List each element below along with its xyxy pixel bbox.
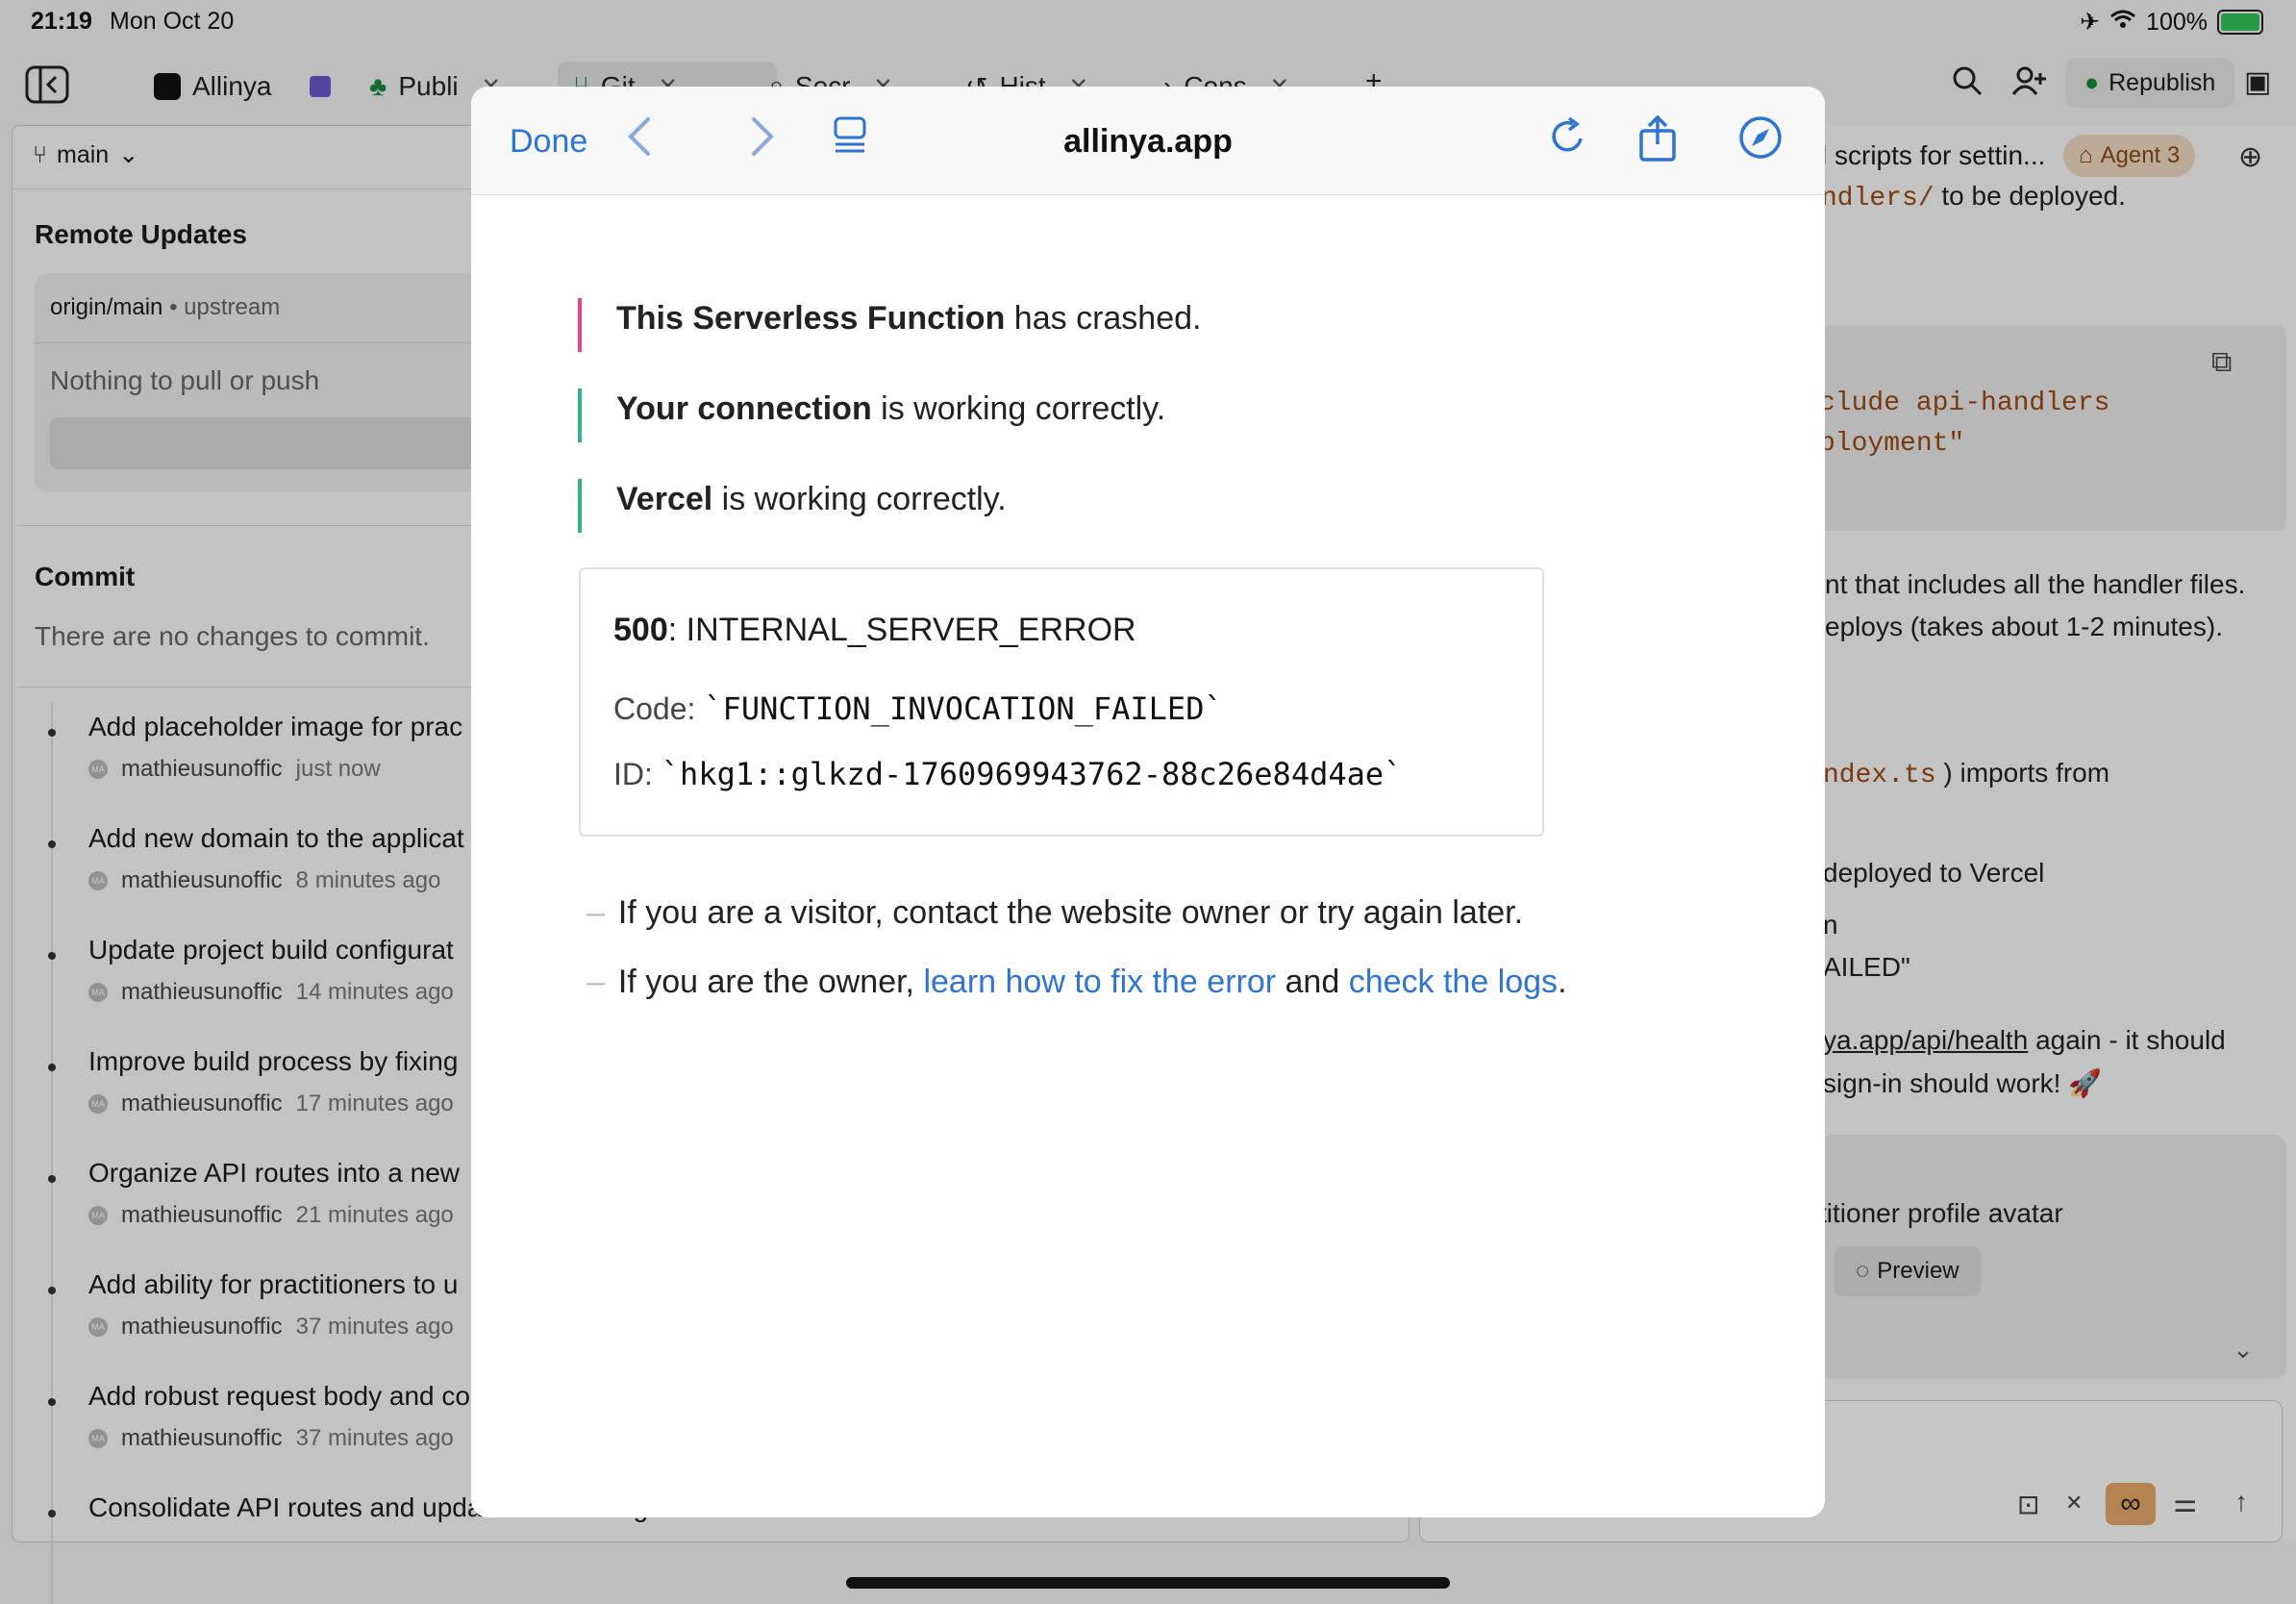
status-subject: This Serverless Function — [616, 300, 1006, 337]
error-heading: 500: INTERNAL_SERVER_ERROR — [613, 612, 1136, 649]
status-bar-crashed — [578, 298, 582, 352]
visitor-hint: – If you are a visitor, contact the websi… — [586, 894, 1524, 931]
id-label: ID: — [613, 757, 653, 791]
status-subject: Vercel — [616, 481, 713, 517]
hint-text: If you are a visitor, contact the websit… — [617, 894, 1524, 931]
hint-text: and — [1276, 964, 1349, 1000]
safari-compass-icon[interactable] — [1738, 115, 1783, 169]
code-label: Code: — [613, 691, 696, 726]
error-id-row: ID: `hkg1::glkzd-1760969943762-88c26e84d… — [613, 756, 1402, 792]
share-icon[interactable] — [1638, 114, 1677, 171]
error-code-number: 500 — [613, 612, 668, 648]
error-code-text: : INTERNAL_SERVER_ERROR — [667, 612, 1136, 648]
code-value: `FUNCTION_INVOCATION_FAILED` — [704, 690, 1223, 727]
status-bar-ok — [578, 388, 582, 442]
status-text: is working correctly. — [712, 481, 1007, 517]
owner-hint: – If you are the owner, learn how to fix … — [586, 964, 1567, 1000]
browser-sheet: Done allinya.app This Serverless Functio… — [471, 87, 1825, 1517]
id-value: `hkg1::glkzd-1760969943762-88c26e84d4ae` — [661, 756, 1403, 792]
home-indicator[interactable] — [846, 1577, 1450, 1589]
page-title: allinya.app — [1063, 123, 1233, 160]
check-logs-link[interactable]: check the logs — [1349, 964, 1558, 1000]
status-text: has crashed. — [1005, 300, 1202, 337]
error-code-row: Code: `FUNCTION_INVOCATION_FAILED` — [613, 690, 1223, 727]
hint-text: If you are the owner, — [617, 964, 924, 1000]
reload-icon[interactable] — [1550, 115, 1586, 165]
status-bar-ok — [578, 479, 582, 533]
status-subject: Your connection — [616, 390, 872, 427]
status-text: is working correctly. — [871, 390, 1166, 427]
learn-fix-link[interactable]: learn how to fix the error — [923, 964, 1276, 1000]
error-details-box: 500: INTERNAL_SERVER_ERROR Code: `FUNCTI… — [579, 567, 1544, 837]
browser-toolbar: Done allinya.app — [471, 87, 1825, 195]
hint-text: . — [1558, 964, 1567, 1000]
